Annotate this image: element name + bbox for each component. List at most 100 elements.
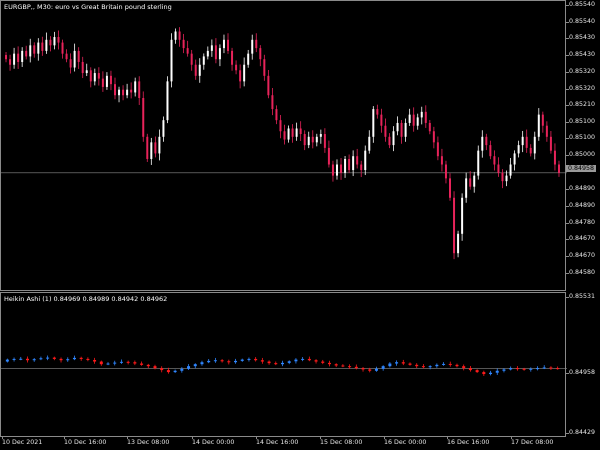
candle-body	[133, 362, 137, 364]
price-tick: 0.85100	[565, 118, 596, 125]
candle-body	[440, 156, 443, 165]
candle-body	[421, 366, 425, 368]
candle-body	[545, 125, 548, 137]
candle-body	[213, 360, 217, 362]
candle-body	[57, 37, 60, 43]
price-tick: 0.85540	[565, 18, 596, 25]
candle-body	[72, 357, 76, 360]
candle-body	[321, 361, 325, 363]
candle-body	[374, 368, 378, 371]
candle-body	[401, 362, 405, 364]
candle-body	[59, 358, 63, 361]
price-axis[interactable]: 0.85540 0.85540 0.85430 0.85430 0.85320 …	[565, 0, 600, 291]
candle-body	[549, 367, 553, 369]
time-tick: 16 Dec 16:00	[447, 436, 490, 446]
candle-body	[69, 59, 72, 68]
candle-body	[85, 70, 88, 74]
candle-body	[380, 114, 383, 126]
candle-body	[287, 361, 291, 363]
candle-body	[388, 363, 392, 367]
candle-body	[73, 50, 76, 68]
price-chart-pane[interactable]: EURGBP,, M30: euro vs Great Britain poun…	[0, 0, 567, 291]
candle-body	[173, 370, 177, 373]
candle-body	[66, 359, 70, 361]
candle-body	[556, 368, 560, 370]
candle-body	[247, 53, 250, 65]
chart-title: EURGBP,, M30: euro vs Great Britain poun…	[4, 3, 172, 11]
candle-body	[61, 42, 64, 54]
candle-body	[9, 59, 12, 65]
candle-body	[525, 136, 528, 148]
candle-body	[275, 109, 278, 121]
candle-body	[190, 53, 193, 65]
candle-body	[436, 142, 439, 157]
candle-body	[126, 89, 129, 96]
candle-body	[281, 362, 284, 365]
candle-body	[529, 147, 532, 154]
time-tick: 13 Dec 08:00	[127, 436, 170, 446]
time-tick: 10 Dec 16:00	[64, 436, 107, 446]
price-tick: 0.85540	[565, 1, 596, 8]
candle-body	[227, 361, 231, 363]
candle-body	[334, 364, 338, 366]
candle-body	[154, 142, 157, 154]
candle-body	[126, 361, 130, 363]
candle-body	[46, 357, 50, 359]
candle-body	[227, 39, 230, 51]
price-tick: 0.84890	[565, 202, 596, 209]
candle-body	[21, 50, 24, 62]
candle-body	[522, 368, 526, 370]
candle-body	[388, 136, 391, 146]
candle-body	[477, 150, 480, 176]
candle-body	[182, 39, 185, 49]
candle-body	[53, 37, 56, 46]
candle-body	[354, 366, 358, 369]
candle-body	[166, 370, 170, 373]
heikin-ashi-canvas	[1, 355, 567, 376]
candle-body	[352, 156, 355, 171]
time-tick: 10 Dec 2021	[2, 436, 43, 446]
candle-body	[515, 368, 519, 370]
candle-body	[360, 164, 363, 171]
candle-body	[444, 164, 447, 179]
candle-body	[207, 360, 211, 363]
candle-body	[239, 70, 242, 82]
candle-body	[138, 81, 141, 98]
candle-body	[105, 75, 108, 87]
candle-body	[113, 84, 116, 96]
candle-body	[235, 64, 238, 71]
candle-body	[368, 369, 372, 371]
heikin-ashi-pane[interactable]: Heikin Ashi (1) 0.84969 0.84989 0.84942 …	[0, 292, 567, 437]
candle-body	[368, 136, 371, 151]
candle-body	[158, 136, 161, 154]
candle-body	[247, 358, 251, 360]
candle-body	[274, 363, 278, 365]
candle-body	[5, 55, 8, 60]
candle-body	[481, 136, 484, 151]
candle-body	[279, 120, 282, 132]
time-axis[interactable]: 10 Dec 2021 10 Dec 16:00 13 Dec 08:00 14…	[0, 436, 566, 450]
candle-body	[243, 64, 246, 82]
candle-body	[396, 122, 399, 132]
candle-body	[206, 50, 209, 57]
candle-body	[428, 122, 431, 132]
candle-body	[12, 358, 16, 360]
indicator-axis[interactable]: 0.85531 0.84958 0.84429	[565, 292, 600, 437]
candle-body	[45, 39, 48, 51]
current-price-tag: 0.84958	[566, 165, 597, 172]
candle-body	[255, 39, 258, 49]
candle-body	[465, 178, 468, 198]
candle-body	[180, 368, 184, 371]
candle-body	[408, 114, 411, 123]
candle-body	[420, 111, 423, 118]
price-tick: 0.85320	[565, 85, 596, 92]
candle-body	[509, 164, 512, 176]
candle-body	[356, 156, 359, 165]
candle-body	[263, 59, 266, 76]
candle-body	[231, 50, 234, 65]
candle-body	[122, 89, 125, 96]
candle-body	[311, 136, 314, 143]
price-tick: 0.85100	[565, 134, 596, 141]
price-chart-canvas	[1, 27, 567, 260]
candle-body	[153, 366, 157, 369]
